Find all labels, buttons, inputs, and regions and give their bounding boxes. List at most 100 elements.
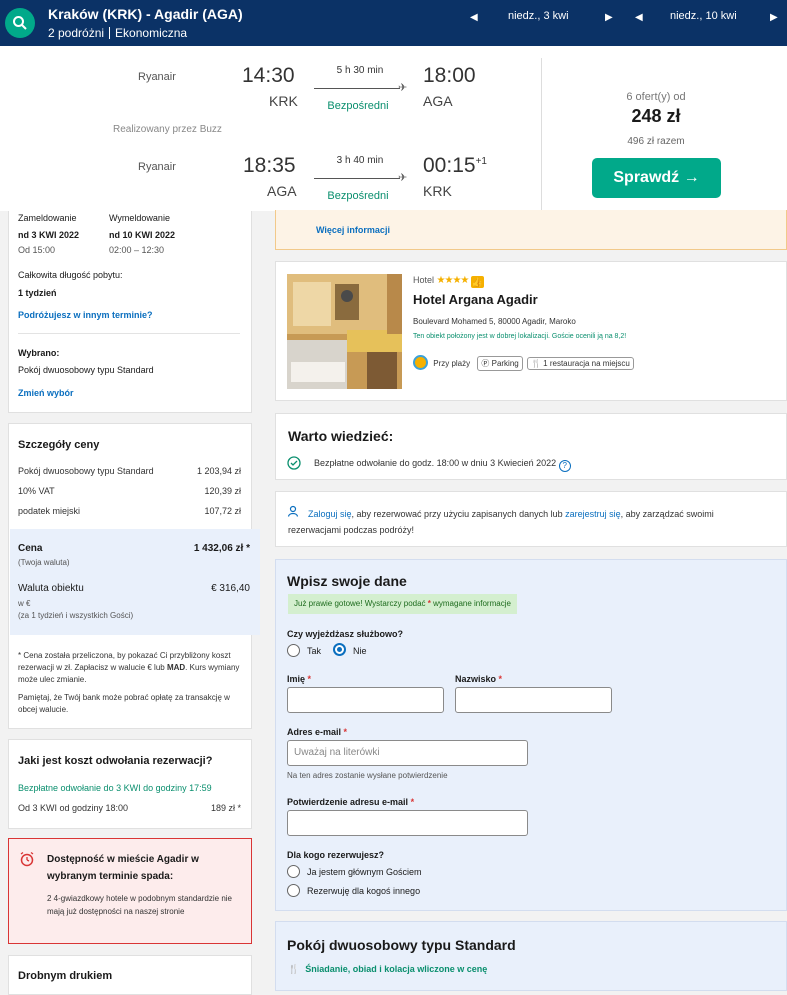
check-button[interactable]: Sprawdź → bbox=[592, 158, 721, 198]
search-icon bbox=[13, 16, 27, 30]
business-no-label[interactable]: Nie bbox=[353, 646, 367, 656]
day-offset: +1 bbox=[475, 156, 487, 167]
register-link[interactable]: zarejestruj się bbox=[565, 509, 621, 519]
search-button[interactable] bbox=[5, 8, 35, 38]
last-name-label: Nazwisko * bbox=[455, 674, 503, 684]
property-currency-scope: (za 1 tydzień i wszystkich Gości) bbox=[18, 611, 134, 620]
email-input[interactable]: Uważaj na literówki bbox=[287, 740, 528, 766]
checkin-time: Od 15:00 bbox=[18, 245, 56, 255]
room-card: Pokój dwuosobowy typu Standard 🍴 Śniadani… bbox=[275, 921, 787, 991]
alarm-clock-icon bbox=[20, 851, 34, 867]
business-no-radio[interactable] bbox=[333, 643, 346, 656]
price-total-label: Cena bbox=[18, 543, 43, 554]
inbound-departure-code: AGA bbox=[267, 183, 297, 199]
price-details-title: Szczegóły ceny bbox=[18, 439, 100, 451]
price-row-value: 107,72 zł bbox=[204, 506, 241, 516]
worth-knowing-title: Warto wiedzieć: bbox=[288, 428, 394, 444]
price-details-card: Szczegóły ceny Pokój dwuosobowy typu Sta… bbox=[8, 423, 260, 729]
more-info-link[interactable]: Więcej informacji bbox=[316, 225, 390, 235]
login-prompt-card: Zaloguj się, aby rezerwować przy użyciu … bbox=[275, 491, 787, 547]
next-depart-date-icon[interactable]: ▶ bbox=[605, 12, 613, 23]
return-date[interactable]: niedz., 10 kwi bbox=[670, 10, 737, 22]
outbound-departure-time: 14:30 bbox=[242, 64, 295, 87]
main-guest-radio[interactable] bbox=[287, 865, 300, 878]
hotel-location-note: Ten obiekt położony jest w dobrej lokali… bbox=[413, 333, 627, 340]
price-row-label: podatek miejski bbox=[18, 506, 81, 516]
cancellation-fee-label: Od 3 KWI od godziny 18:00 bbox=[18, 803, 129, 813]
next-return-date-icon[interactable]: ▶ bbox=[770, 12, 778, 23]
cancellation-title: Jaki jest koszt odwołania rezerwacji? bbox=[18, 755, 213, 767]
hotel-type: Hotel bbox=[413, 275, 435, 285]
inbound-arrival-time: 00:15+1 bbox=[423, 154, 487, 177]
stay-length-label: Całkowita długość pobytu: bbox=[18, 270, 123, 280]
meals-included: 🍴 Śniadanie, obiad i kolacja wliczone w c… bbox=[288, 964, 488, 974]
guest-details-form: Wpisz swoje dane Już prawie gotowe! Wyst… bbox=[275, 559, 787, 911]
parking-icon: Ⓟ bbox=[481, 359, 490, 368]
plane-icon: ✈ bbox=[398, 172, 408, 184]
outbound-arrival-code: AGA bbox=[423, 93, 453, 109]
other-guest-radio[interactable] bbox=[287, 884, 300, 897]
fine-print-title: Drobnym drukiem bbox=[18, 970, 113, 982]
price-row-value: 1 203,94 zł bbox=[196, 466, 241, 476]
route-title[interactable]: Kraków (KRK) - Agadir (AGA) bbox=[48, 6, 243, 22]
email-hint: Na ten adres zostanie wysłane potwierdze… bbox=[287, 771, 448, 780]
selected-label: Wybrano: bbox=[18, 348, 60, 358]
change-selection-link[interactable]: Zmień wybór bbox=[18, 388, 74, 398]
free-cancellation: Bezpłatne odwołanie do 3 KWI do godziny … bbox=[18, 783, 212, 793]
other-dates-link[interactable]: Podróżujesz w innym terminie? bbox=[18, 310, 153, 320]
availability-title: Dostępność w mieście Agadir w wybranym t… bbox=[47, 854, 199, 882]
form-banner: Już prawie gotowe! Wystarczy podać * wym… bbox=[288, 594, 517, 614]
prev-depart-date-icon[interactable]: ◀ bbox=[470, 12, 478, 23]
inbound-route-line bbox=[314, 178, 400, 179]
inbound-arrival-code: KRK bbox=[423, 183, 452, 199]
business-question: Czy wyjeżdżasz służbowo? bbox=[287, 629, 404, 639]
stay-summary-card: Zameldowanie nd 3 KWI 2022 Od 15:00 Wyme… bbox=[8, 211, 252, 413]
outbound-stops: Bezpośredni bbox=[327, 100, 389, 112]
cabin-class: Ekonomiczna bbox=[115, 26, 188, 40]
checkin-label: Zameldowanie bbox=[18, 213, 77, 223]
price-row-label: Pokój dwuosobowy typu Standard bbox=[18, 466, 154, 476]
operated-by: Realizowany przez Buzz bbox=[113, 124, 222, 135]
form-title: Wpisz swoje dane bbox=[287, 573, 407, 589]
for-whom-question: Dla kogo rezerwujesz? bbox=[287, 850, 385, 860]
outbound-arrival-time: 18:00 bbox=[423, 64, 476, 87]
cutlery-icon: 🍴 bbox=[288, 964, 300, 974]
conversion-note: * Cena została przeliczona, by pokazać C… bbox=[18, 651, 240, 684]
prev-return-date-icon[interactable]: ◀ bbox=[635, 12, 643, 23]
hotel-name[interactable]: Hotel Argana Agadir bbox=[413, 292, 538, 307]
login-link[interactable]: Zaloguj się bbox=[308, 509, 352, 519]
availability-alert: Dostępność w mieście Agadir w wybranym t… bbox=[8, 838, 252, 944]
depart-date[interactable]: niedz., 3 kwi bbox=[508, 10, 569, 22]
cutlery-icon: 🍴 bbox=[530, 359, 541, 368]
outbound-route-line bbox=[314, 88, 400, 89]
inbound-stops: Bezpośredni bbox=[327, 190, 389, 202]
travelers-count: 2 podróżni bbox=[48, 26, 105, 40]
property-currency-sub: w € bbox=[18, 599, 31, 608]
star-rating-icon: ★★★★ bbox=[436, 275, 470, 286]
checkin-date: nd 3 KWI 2022 bbox=[18, 230, 80, 240]
first-name-input[interactable] bbox=[287, 687, 444, 713]
plane-icon: ✈ bbox=[398, 82, 408, 94]
divider bbox=[18, 333, 240, 334]
route-subtitle[interactable]: 2 podróżni Ekonomiczna bbox=[48, 26, 187, 40]
help-icon[interactable]: ? bbox=[558, 460, 571, 472]
last-name-input[interactable] bbox=[455, 687, 612, 713]
thumbs-up-icon: 👍 bbox=[470, 276, 484, 288]
outbound-airline: Ryanair bbox=[138, 71, 176, 83]
worth-knowing-card: Warto wiedzieć: Bezpłatne odwołanie do g… bbox=[275, 413, 787, 480]
price-total-sub: (Twoja waluta) bbox=[18, 558, 70, 567]
email-confirm-label: Potwierdzenie adresu e-mail * bbox=[287, 797, 415, 807]
outbound-departure-code: KRK bbox=[269, 93, 298, 109]
business-yes-radio[interactable] bbox=[287, 644, 300, 657]
main-guest-label[interactable]: Ja jestem głównym Gościem bbox=[307, 867, 422, 877]
business-yes-label[interactable]: Tak bbox=[307, 646, 321, 656]
other-guest-label[interactable]: Rezerwuję dla kogoś innego bbox=[307, 886, 420, 896]
cancellation-card: Jaki jest koszt odwołania rezerwacji? Be… bbox=[8, 739, 252, 829]
email-confirm-input[interactable] bbox=[287, 810, 528, 836]
hotel-address: Boulevard Mohamed 5, 80000 Agadir, Marok… bbox=[413, 317, 576, 326]
property-currency-value: € 316,40 bbox=[211, 583, 250, 594]
login-prompt-text: Zaloguj się, aby rezerwować przy użyciu … bbox=[288, 509, 714, 535]
offers-count: 6 ofert(y) od bbox=[626, 91, 686, 103]
beach-icon bbox=[413, 355, 428, 370]
availability-body: 2 4-gwiazdkowy hotele w podobnym standar… bbox=[47, 894, 232, 916]
